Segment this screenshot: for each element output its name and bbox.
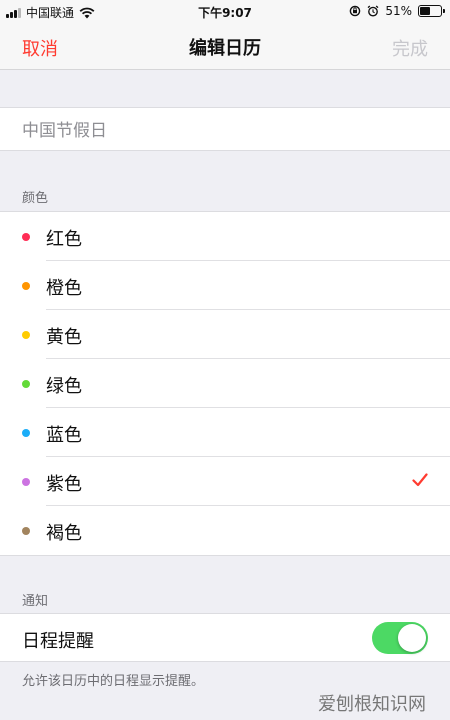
color-label: 褐色 [46, 523, 82, 544]
toggle-knob [398, 624, 426, 652]
nav-bar: 取消 编辑日历 完成 [0, 22, 450, 70]
notify-footer: 允许该日历中的日程显示提醒。 [22, 674, 205, 689]
battery-percent: 51% [385, 4, 412, 18]
color-row-1[interactable]: 橙色 [0, 261, 450, 310]
watermark: 爱刨根知识网 [318, 694, 426, 715]
color-swatch [22, 527, 30, 535]
alarm-icon [367, 5, 379, 17]
notify-section-header: 通知 [22, 594, 49, 609]
color-row-6[interactable]: 褐色 [0, 506, 450, 555]
status-right: 51% [349, 4, 445, 18]
color-swatch [22, 282, 30, 290]
color-label: 橙色 [46, 278, 82, 299]
color-row-2[interactable]: 黄色 [0, 310, 450, 359]
page-title: 编辑日历 [189, 38, 261, 59]
status-bar: 中国联通 下午9:07 51% [0, 0, 450, 22]
rotation-lock-icon [350, 5, 361, 17]
notify-toggle[interactable] [372, 622, 428, 654]
color-swatch [22, 380, 30, 388]
color-section-header: 颜色 [22, 191, 49, 206]
color-label: 蓝色 [46, 425, 82, 446]
battery-level [420, 7, 430, 15]
calendar-name-input[interactable] [22, 118, 422, 138]
color-swatch [22, 478, 30, 486]
calendar-name-row [0, 107, 450, 151]
notify-row: 日程提醒 [0, 613, 450, 662]
color-row-5[interactable]: 紫色 [0, 457, 450, 506]
notify-label: 日程提醒 [22, 631, 94, 652]
checkmark-icon [412, 473, 428, 487]
color-label: 黄色 [46, 327, 82, 348]
battery-icon [418, 5, 445, 17]
color-swatch [22, 331, 30, 339]
color-row-3[interactable]: 绿色 [0, 359, 450, 408]
color-label: 红色 [46, 229, 82, 250]
done-button[interactable]: 完成 [392, 35, 428, 61]
color-swatch [22, 233, 30, 241]
color-row-0[interactable]: 红色 [0, 212, 450, 261]
color-list: 红色橙色黄色绿色蓝色紫色褐色 [0, 211, 450, 556]
color-row-4[interactable]: 蓝色 [0, 408, 450, 457]
color-label: 紫色 [46, 474, 82, 495]
color-label: 绿色 [46, 376, 82, 397]
color-swatch [22, 429, 30, 437]
